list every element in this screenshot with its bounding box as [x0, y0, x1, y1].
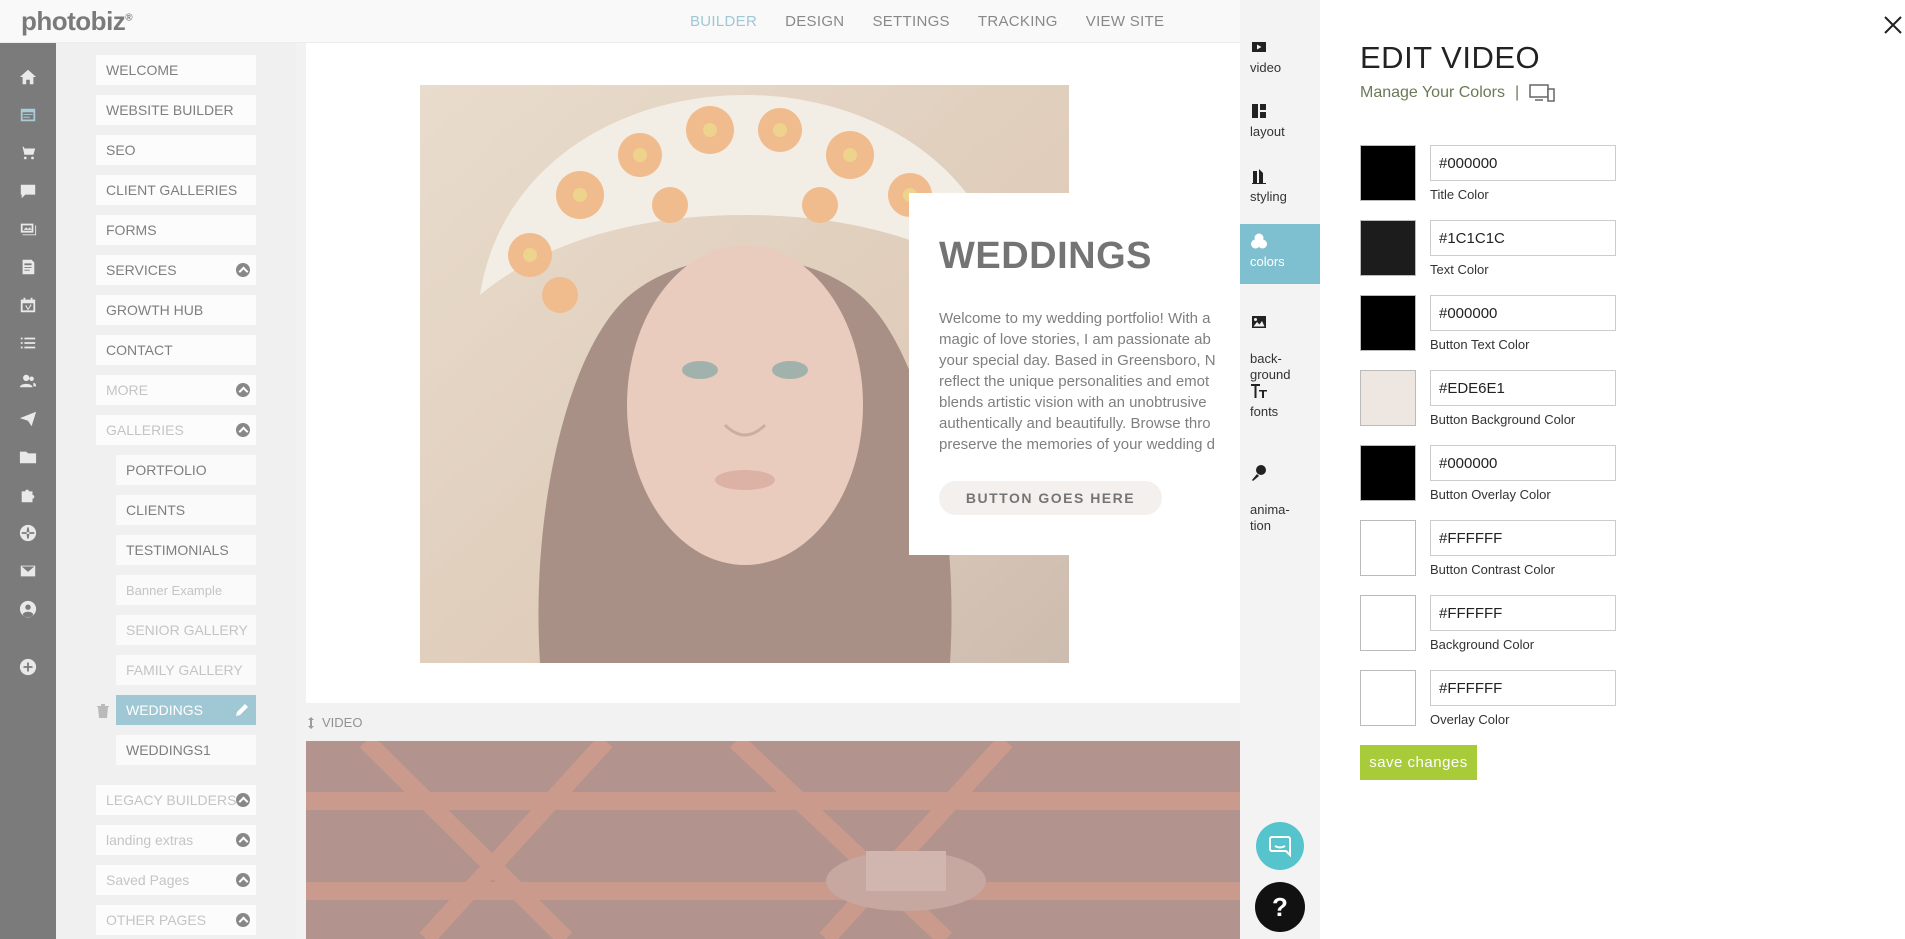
- tab-background[interactable]: back- ground: [1240, 297, 1320, 382]
- hex-input[interactable]: #FFFFFF: [1430, 670, 1616, 706]
- tab-label: layout: [1250, 124, 1285, 139]
- animation-icon: [1252, 465, 1266, 481]
- color-label: Button Contrast Color: [1430, 562, 1556, 577]
- separator: |: [1514, 84, 1520, 101]
- tab-label: anima- tion: [1250, 502, 1290, 533]
- chat-icon: [1269, 836, 1291, 857]
- tab-video[interactable]: video: [1240, 38, 1320, 80]
- color-label: Text Color: [1430, 262, 1489, 277]
- color-row-title: #000000 Title Color: [1360, 145, 1630, 202]
- color-label: Button Overlay Color: [1430, 487, 1551, 502]
- color-swatch[interactable]: [1360, 295, 1416, 351]
- color-swatch[interactable]: [1360, 595, 1416, 651]
- hex-input[interactable]: #000000: [1430, 145, 1616, 181]
- color-label: Button Text Color: [1430, 337, 1530, 352]
- tab-label: styling: [1250, 189, 1287, 204]
- hex-input[interactable]: #FFFFFF: [1430, 520, 1616, 556]
- color-label: Title Color: [1430, 187, 1489, 202]
- save-changes-button[interactable]: save changes: [1360, 745, 1477, 780]
- help-icon: ?: [1272, 891, 1288, 922]
- editor-tabs: video layout styling colors back- ground…: [1240, 0, 1320, 939]
- tab-label: fonts: [1250, 404, 1279, 419]
- color-row-button-overlay: #000000 Button Overlay Color: [1360, 445, 1630, 502]
- tab-fonts[interactable]: fonts: [1240, 382, 1320, 424]
- color-swatch[interactable]: [1360, 670, 1416, 726]
- tab-label: back- ground: [1250, 351, 1291, 382]
- edit-video-panel: EDIT VIDEO Manage Your Colors | #000000 …: [1320, 0, 1905, 939]
- tab-animation[interactable]: anima- tion: [1240, 448, 1320, 533]
- color-row-button-background: #EDE6E1 Button Background Color: [1360, 370, 1630, 427]
- manage-colors-link[interactable]: Manage Your Colors: [1360, 84, 1505, 102]
- color-swatch[interactable]: [1360, 220, 1416, 276]
- color-label: Background Color: [1430, 637, 1535, 652]
- color-swatch[interactable]: [1360, 445, 1416, 501]
- help-button[interactable]: ?: [1255, 882, 1305, 932]
- hex-input[interactable]: #FFFFFF: [1430, 595, 1616, 631]
- color-row-button-contrast: #FFFFFF Button Contrast Color: [1360, 520, 1630, 577]
- tab-label: video: [1250, 60, 1282, 75]
- layout-icon: [1252, 104, 1266, 118]
- panel-title: EDIT VIDEO: [1360, 40, 1541, 75]
- styling-icon: [1252, 169, 1266, 184]
- color-label: Overlay Color: [1430, 712, 1510, 727]
- color-row-button-text: #000000 Button Text Color: [1360, 295, 1630, 352]
- tab-layout[interactable]: layout: [1240, 102, 1320, 144]
- tab-label: colors: [1250, 254, 1285, 269]
- hex-input[interactable]: #000000: [1430, 445, 1616, 481]
- color-row-text: #1C1C1C Text Color: [1360, 220, 1630, 277]
- image-icon: [1252, 316, 1266, 328]
- app-root: photobiz® BUILDER DESIGN SETTINGS TRACKI…: [0, 0, 1905, 939]
- color-label: Button Background Color: [1430, 412, 1576, 427]
- hex-input[interactable]: #000000: [1430, 295, 1616, 331]
- responsive-devices-icon[interactable]: [1529, 84, 1555, 102]
- modal-dim-overlay[interactable]: [0, 0, 1240, 939]
- close-icon[interactable]: [1882, 14, 1904, 36]
- color-swatch[interactable]: [1360, 520, 1416, 576]
- colors-icon: [1251, 233, 1267, 249]
- manage-colors-row: Manage Your Colors |: [1360, 84, 1555, 102]
- hex-input[interactable]: #EDE6E1: [1430, 370, 1616, 406]
- color-swatch[interactable]: [1360, 145, 1416, 201]
- color-swatch[interactable]: [1360, 370, 1416, 426]
- video-icon: [1252, 42, 1266, 52]
- color-row-overlay: #FFFFFF Overlay Color: [1360, 670, 1630, 727]
- tab-colors[interactable]: colors: [1240, 224, 1320, 284]
- chat-launcher-button[interactable]: [1256, 822, 1304, 870]
- hex-input[interactable]: #1C1C1C: [1430, 220, 1616, 256]
- fonts-icon: [1251, 384, 1267, 398]
- color-row-background: #FFFFFF Background Color: [1360, 595, 1630, 652]
- tab-styling[interactable]: styling: [1240, 167, 1320, 209]
